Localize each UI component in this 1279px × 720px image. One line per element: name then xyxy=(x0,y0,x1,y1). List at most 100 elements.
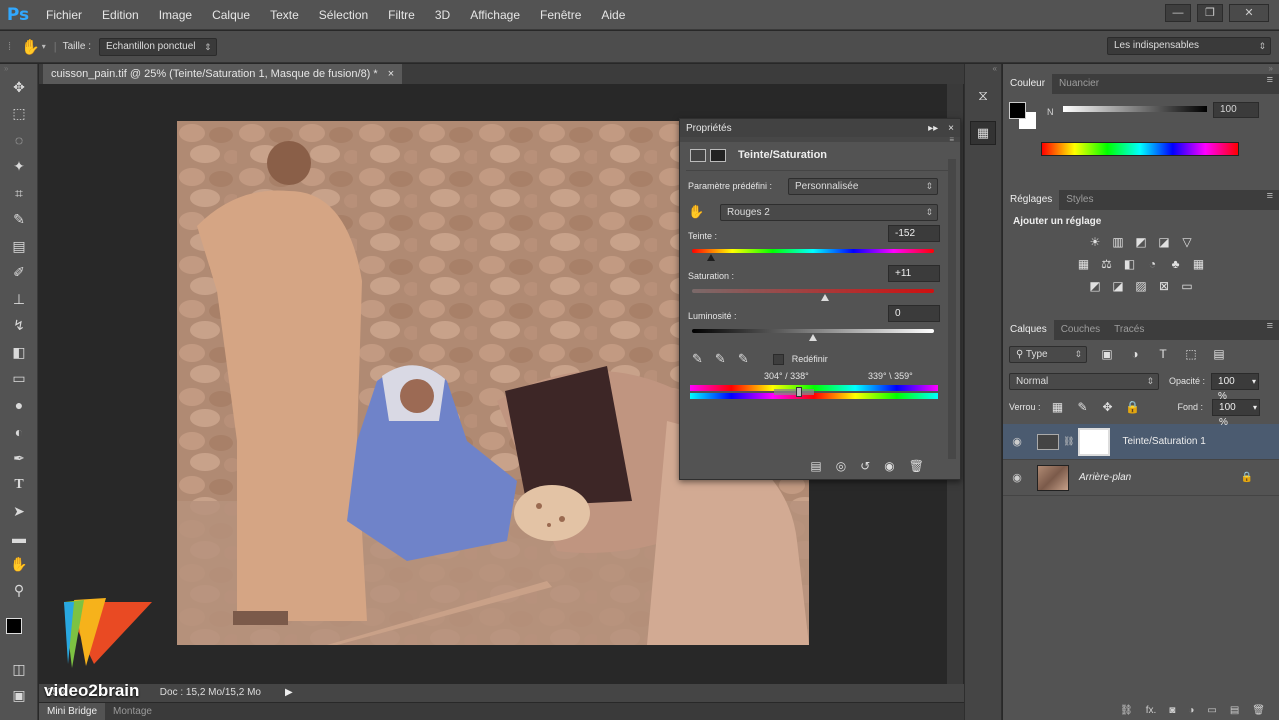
chevron-down-icon[interactable]: ▾ xyxy=(42,42,46,51)
lock-all-icon[interactable]: 🔒 xyxy=(1125,400,1141,414)
collapse-right-dock-icon[interactable]: » xyxy=(1003,64,1279,74)
lock-transparency-icon[interactable]: ▦ xyxy=(1050,400,1066,414)
history-brush-icon[interactable]: ↯ xyxy=(0,313,38,340)
marquee-tool-icon[interactable]: ⬚ xyxy=(0,101,38,128)
curves-icon[interactable]: ◩ xyxy=(1133,235,1149,249)
gradient-map-icon[interactable]: ▭ xyxy=(1179,279,1195,293)
threshold-icon[interactable]: ▨ xyxy=(1133,279,1149,293)
preset-select[interactable]: Personnalisée xyxy=(788,177,938,195)
opacity-value[interactable]: 100 % ▾ xyxy=(1211,372,1260,402)
menu-fenetre[interactable]: Fenêtre xyxy=(530,0,591,30)
hue-saturation-icon[interactable]: ▦ xyxy=(1076,257,1092,271)
tab-nuancier[interactable]: Nuancier xyxy=(1052,74,1106,94)
brightness-contrast-icon[interactable]: ☀ xyxy=(1087,235,1103,249)
visibility-eye-icon[interactable]: ◉ xyxy=(1003,435,1031,448)
eyedropper-add-icon[interactable]: ✎ xyxy=(715,351,726,367)
quick-mask-icon[interactable]: ◫ xyxy=(0,656,38,683)
photo-filter-icon[interactable]: ◔ xyxy=(1145,257,1161,271)
brush-tool-icon[interactable]: ✐ xyxy=(0,260,38,287)
color-swatches[interactable] xyxy=(0,604,37,656)
layer-row-hue-saturation[interactable]: ◉ ⛓ Teinte/Saturation 1 xyxy=(1003,424,1279,460)
move-tool-icon[interactable]: ✥ xyxy=(0,74,38,101)
eyedropper-icon[interactable]: ✎ xyxy=(0,207,38,234)
saturation-slider-track[interactable] xyxy=(692,289,934,293)
layer-mask-thumbnail[interactable] xyxy=(1078,427,1111,456)
filter-shape-icon[interactable]: ⬚ xyxy=(1183,347,1199,361)
new-group-icon[interactable]: ▭ xyxy=(1207,705,1216,716)
tab-calques[interactable]: Calques xyxy=(1003,320,1054,340)
delete-layer-icon[interactable]: 🗑 xyxy=(1252,705,1265,716)
panel-menu-icon[interactable]: ≡ xyxy=(1267,74,1279,94)
invert-icon[interactable]: ◩ xyxy=(1087,279,1103,293)
new-layer-icon[interactable]: ▤ xyxy=(1230,705,1239,716)
color-channel-value[interactable]: 100 xyxy=(1213,102,1259,118)
menu-calque[interactable]: Calque xyxy=(202,0,260,30)
properties-header[interactable]: Propriétés ▸▸ × xyxy=(680,119,960,137)
clip-to-layer-icon[interactable]: ▤ xyxy=(810,459,821,473)
clone-stamp-icon[interactable]: ⊥ xyxy=(0,286,38,313)
color-channel-slider[interactable] xyxy=(1063,106,1207,112)
posterize-icon[interactable]: ◪ xyxy=(1110,279,1126,293)
colorize-checkbox[interactable] xyxy=(772,353,784,365)
menu-image[interactable]: Image xyxy=(149,0,202,30)
expand-dock-icon[interactable]: « xyxy=(965,64,1001,73)
layer-style-icon[interactable]: fx. xyxy=(1146,705,1157,716)
menu-edition[interactable]: Edition xyxy=(92,0,149,30)
tab-mini-bridge[interactable]: Mini Bridge xyxy=(39,703,106,720)
crop-tool-icon[interactable]: ⌗ xyxy=(0,180,38,207)
panel-menu-icon[interactable]: ≡ xyxy=(1267,190,1279,210)
panel-close-icon[interactable]: × xyxy=(948,123,954,134)
eraser-icon[interactable]: ◧ xyxy=(0,339,38,366)
lock-pixels-icon[interactable]: ✎ xyxy=(1075,400,1091,414)
exposure-icon[interactable]: ◪ xyxy=(1156,235,1172,249)
channel-select[interactable]: Rouges 2 xyxy=(720,203,938,221)
blend-mode-select[interactable]: Normal xyxy=(1009,372,1159,390)
hand-tool-icon[interactable]: ✋ xyxy=(21,38,40,56)
sample-size-select[interactable]: Echantillon ponctuel xyxy=(98,37,217,56)
link-layers-icon[interactable]: ⛓ xyxy=(1120,705,1133,716)
close-button[interactable]: ✕ xyxy=(1229,4,1269,22)
add-mask-icon[interactable]: ◙ xyxy=(1169,705,1175,716)
menu-filtre[interactable]: Filtre xyxy=(378,0,425,30)
filter-smart-object-icon[interactable]: ▤ xyxy=(1211,347,1227,361)
hand-tool-icon[interactable]: ✋ xyxy=(0,551,38,578)
delete-icon[interactable]: 🗑 xyxy=(909,459,924,473)
eyedropper-icon[interactable]: ✎ xyxy=(692,351,703,367)
path-selection-icon[interactable]: ➤ xyxy=(0,498,38,525)
lock-position-icon[interactable]: ✥ xyxy=(1100,400,1116,414)
gradient-tool-icon[interactable]: ▭ xyxy=(0,366,38,393)
color-spectrum-bar[interactable] xyxy=(1041,142,1239,156)
lightness-value[interactable]: 0 xyxy=(888,305,940,322)
tab-montage[interactable]: Montage xyxy=(105,703,160,720)
close-tab-icon[interactable]: × xyxy=(388,64,394,84)
tab-traces[interactable]: Tracés xyxy=(1107,320,1151,340)
properties-scrollbar[interactable] xyxy=(948,159,956,459)
tab-reglages[interactable]: Réglages xyxy=(1003,190,1060,210)
color-lookup-icon[interactable]: ▦ xyxy=(1191,257,1207,271)
minimize-button[interactable]: — xyxy=(1165,4,1191,22)
layer-name[interactable]: Arrière-plan xyxy=(1079,472,1131,483)
panel-menu-icon[interactable]: ≡ xyxy=(1267,320,1279,340)
targeted-adjust-hand-icon[interactable]: ✋ xyxy=(688,204,720,220)
adjustment-icon[interactable] xyxy=(690,148,706,162)
filter-type-icon[interactable]: T xyxy=(1155,347,1171,361)
workspace-select[interactable]: Les indispensables xyxy=(1107,37,1271,55)
menu-aide[interactable]: Aide xyxy=(591,0,635,30)
menu-fichier[interactable]: Fichier xyxy=(36,0,92,30)
chevron-down-icon[interactable]: ▾ xyxy=(1252,374,1256,389)
menu-affichage[interactable]: Affichage xyxy=(460,0,530,30)
menu-selection[interactable]: Sélection xyxy=(309,0,378,30)
hue-slider-track[interactable] xyxy=(692,249,934,253)
tab-couches[interactable]: Couches xyxy=(1054,320,1107,340)
visibility-eye-icon[interactable]: ◉ xyxy=(1003,471,1031,484)
menu-3d[interactable]: 3D xyxy=(425,0,460,30)
collapse-panel-icon[interactable]: ▸▸ xyxy=(928,123,938,134)
saturation-slider-thumb[interactable] xyxy=(821,294,830,301)
chain-link-icon[interactable]: ⛓ xyxy=(1063,436,1074,447)
properties-panel-icon[interactable]: ▦ xyxy=(970,121,996,145)
magic-wand-icon[interactable]: ✦ xyxy=(0,154,38,181)
foreground-color-swatch[interactable] xyxy=(1009,102,1026,119)
levels-icon[interactable]: ▥ xyxy=(1110,235,1126,249)
blur-tool-icon[interactable]: ● xyxy=(0,392,38,419)
channel-mixer-icon[interactable]: ♣ xyxy=(1168,257,1184,271)
